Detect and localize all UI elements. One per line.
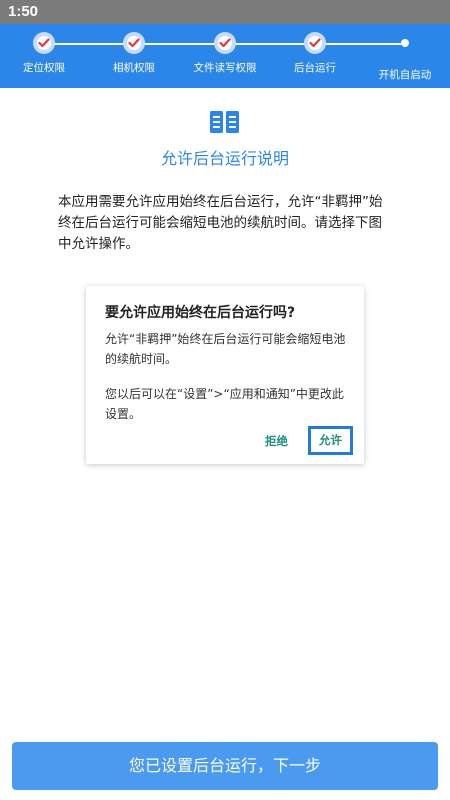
permission-stepper: 定位权限 相机权限 文件读写权限 后台运行 开机自启动 [0,24,450,88]
pending-dot-icon [401,39,409,47]
page-title: 允许后台运行说明 [160,149,289,168]
step-label: 开机自启动 [378,69,432,81]
dialog-body-text: 允许“非羁押”始终在后台运行可能会缩短电池的续航时间。 [105,332,346,366]
deny-button: 拒绝 [265,434,288,448]
step-label: 相机权限 [113,62,155,74]
allow-button-highlighted: 允许 [308,426,353,455]
check-icon [33,32,55,54]
step-label: 定位权限 [23,62,65,74]
dialog-body: 允许“非羁押”始终在后台运行可能会缩短电池的续航时间。 您以后可以在“设置”>“… [105,329,355,424]
check-icon [123,32,145,54]
page-description: 本应用需要允许应用始终在后台运行，允许“非羁押”始终在后台运行可能会缩短电池的续… [58,194,383,252]
step-label: 文件读写权限 [193,62,257,74]
step-storage: 文件读写权限 [180,32,270,75]
status-time: 1:50 [8,3,39,20]
step-label: 后台运行 [294,62,336,74]
step-camera: 相机权限 [89,32,179,75]
check-icon [214,32,236,54]
book-icon [210,111,239,133]
example-permission-dialog: 要允许应用始终在后台运行吗? 允许“非羁押”始终在后台运行可能会缩短电池的续航时… [86,286,364,464]
status-bar: 1:50 [0,0,450,24]
check-icon [304,32,326,54]
step-background: 后台运行 [270,32,360,75]
dialog-body-note: 您以后可以在“设置”>“应用和通知”中更改此设置。 [105,387,344,421]
step-location: 定位权限 [0,32,89,75]
next-step-button[interactable]: 您已设置后台运行，下一步 [12,742,438,790]
step-autostart: 开机自启动 [360,32,450,82]
dialog-title: 要允许应用始终在后台运行吗? [105,305,296,321]
